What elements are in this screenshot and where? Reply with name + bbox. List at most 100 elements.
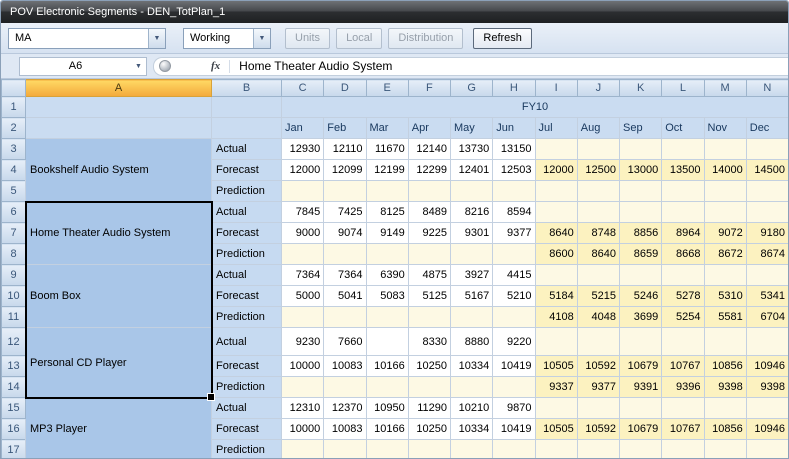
- cell-J8[interactable]: 8640: [577, 244, 619, 265]
- cell-F16[interactable]: 10250: [408, 419, 450, 440]
- cell-H12[interactable]: 9220: [493, 328, 535, 356]
- pov-member-dropdown[interactable]: MA ▼: [8, 28, 166, 49]
- cell-E8[interactable]: [366, 244, 408, 265]
- cell-K14[interactable]: 9391: [620, 377, 662, 398]
- column-header-N[interactable]: N: [746, 80, 788, 97]
- cell-C3[interactable]: 12930: [282, 139, 324, 160]
- cell-K9[interactable]: [620, 265, 662, 286]
- cell-N11[interactable]: 6704: [746, 307, 788, 328]
- cell-D2[interactable]: Feb: [324, 118, 366, 139]
- cell-K10[interactable]: 5246: [620, 286, 662, 307]
- cell-J7[interactable]: 8748: [577, 223, 619, 244]
- units-button[interactable]: Units: [285, 28, 330, 49]
- cell-J5[interactable]: [577, 181, 619, 202]
- cell-L5[interactable]: [662, 181, 704, 202]
- cell-K2[interactable]: Sep: [620, 118, 662, 139]
- cell-C7[interactable]: 9000: [282, 223, 324, 244]
- cell-N8[interactable]: 8674: [746, 244, 788, 265]
- cell-I6[interactable]: [535, 202, 577, 223]
- cell-M13[interactable]: 10856: [704, 356, 746, 377]
- refresh-button[interactable]: Refresh: [473, 28, 532, 49]
- cell-N7[interactable]: 9180: [746, 223, 788, 244]
- cell-L14[interactable]: 9396: [662, 377, 704, 398]
- cell-B11[interactable]: Prediction: [212, 307, 282, 328]
- cell-L3[interactable]: [662, 139, 704, 160]
- cell-G4[interactable]: 12401: [451, 160, 493, 181]
- cell-F13[interactable]: 10250: [408, 356, 450, 377]
- cell-C17[interactable]: [282, 440, 324, 459]
- cell-L12[interactable]: [662, 328, 704, 356]
- cell-F9[interactable]: 4875: [408, 265, 450, 286]
- cell-F3[interactable]: 12140: [408, 139, 450, 160]
- cell-H2[interactable]: Jun: [493, 118, 535, 139]
- cell-G2[interactable]: May: [451, 118, 493, 139]
- cell-H15[interactable]: 9870: [493, 398, 535, 419]
- cell-C2[interactable]: Jan: [282, 118, 324, 139]
- cell-M16[interactable]: 10856: [704, 419, 746, 440]
- cell-H4[interactable]: 12503: [493, 160, 535, 181]
- row-header-2[interactable]: 2: [2, 118, 26, 139]
- cell-G11[interactable]: [451, 307, 493, 328]
- cell-G10[interactable]: 5167: [451, 286, 493, 307]
- cell-D13[interactable]: 10083: [324, 356, 366, 377]
- column-header-E[interactable]: E: [366, 80, 408, 97]
- cell-M6[interactable]: [704, 202, 746, 223]
- cell-M4[interactable]: 14000: [704, 160, 746, 181]
- version-dropdown[interactable]: Working ▼: [183, 28, 271, 49]
- cell-C13[interactable]: 10000: [282, 356, 324, 377]
- cell-C4[interactable]: 12000: [282, 160, 324, 181]
- cell-I9[interactable]: [535, 265, 577, 286]
- cell-H13[interactable]: 10419: [493, 356, 535, 377]
- cell-N4[interactable]: 14500: [746, 160, 788, 181]
- cell-F7[interactable]: 9225: [408, 223, 450, 244]
- cell-N16[interactable]: 10946: [746, 419, 788, 440]
- cell-A1[interactable]: [26, 97, 212, 118]
- cell-I5[interactable]: [535, 181, 577, 202]
- cell-L11[interactable]: 5254: [662, 307, 704, 328]
- cell-L9[interactable]: [662, 265, 704, 286]
- cell-H14[interactable]: [493, 377, 535, 398]
- cell-I8[interactable]: 8600: [535, 244, 577, 265]
- column-header-M[interactable]: M: [704, 80, 746, 97]
- cell-K12[interactable]: [620, 328, 662, 356]
- cell-G13[interactable]: 10334: [451, 356, 493, 377]
- cell-B4[interactable]: Forecast: [212, 160, 282, 181]
- column-header-C[interactable]: C: [282, 80, 324, 97]
- chevron-down-icon[interactable]: ▼: [148, 29, 165, 48]
- cell-F15[interactable]: 11290: [408, 398, 450, 419]
- chevron-down-icon[interactable]: ▼: [131, 63, 146, 70]
- cell-F17[interactable]: [408, 440, 450, 459]
- chevron-down-icon[interactable]: ▼: [253, 29, 270, 48]
- cell-B1[interactable]: [212, 97, 282, 118]
- cell-K8[interactable]: 8659: [620, 244, 662, 265]
- cell-J6[interactable]: [577, 202, 619, 223]
- column-header-I[interactable]: I: [535, 80, 577, 97]
- cell-J12[interactable]: [577, 328, 619, 356]
- cell-K11[interactable]: 3699: [620, 307, 662, 328]
- cell-J11[interactable]: 4048: [577, 307, 619, 328]
- cell-E5[interactable]: [366, 181, 408, 202]
- cell-G6[interactable]: 8216: [451, 202, 493, 223]
- row-header-11[interactable]: 11: [2, 307, 26, 328]
- cell-H9[interactable]: 4415: [493, 265, 535, 286]
- cell-H10[interactable]: 5210: [493, 286, 535, 307]
- cell-L16[interactable]: 10767: [662, 419, 704, 440]
- cell-M3[interactable]: [704, 139, 746, 160]
- cell-M5[interactable]: [704, 181, 746, 202]
- column-header-G[interactable]: G: [451, 80, 493, 97]
- cell-C11[interactable]: [282, 307, 324, 328]
- cell-A6[interactable]: Home Theater Audio System: [26, 202, 212, 265]
- grid-corner[interactable]: [2, 80, 26, 97]
- cell-N17[interactable]: [746, 440, 788, 459]
- cell-H7[interactable]: 9377: [493, 223, 535, 244]
- cell-L13[interactable]: 10767: [662, 356, 704, 377]
- cell-L6[interactable]: [662, 202, 704, 223]
- cell-C16[interactable]: 10000: [282, 419, 324, 440]
- cell-N9[interactable]: [746, 265, 788, 286]
- cell-E6[interactable]: 8125: [366, 202, 408, 223]
- row-header-9[interactable]: 9: [2, 265, 26, 286]
- cell-N13[interactable]: 10946: [746, 356, 788, 377]
- column-header-K[interactable]: K: [620, 80, 662, 97]
- cell-K17[interactable]: [620, 440, 662, 459]
- cell-L2[interactable]: Oct: [662, 118, 704, 139]
